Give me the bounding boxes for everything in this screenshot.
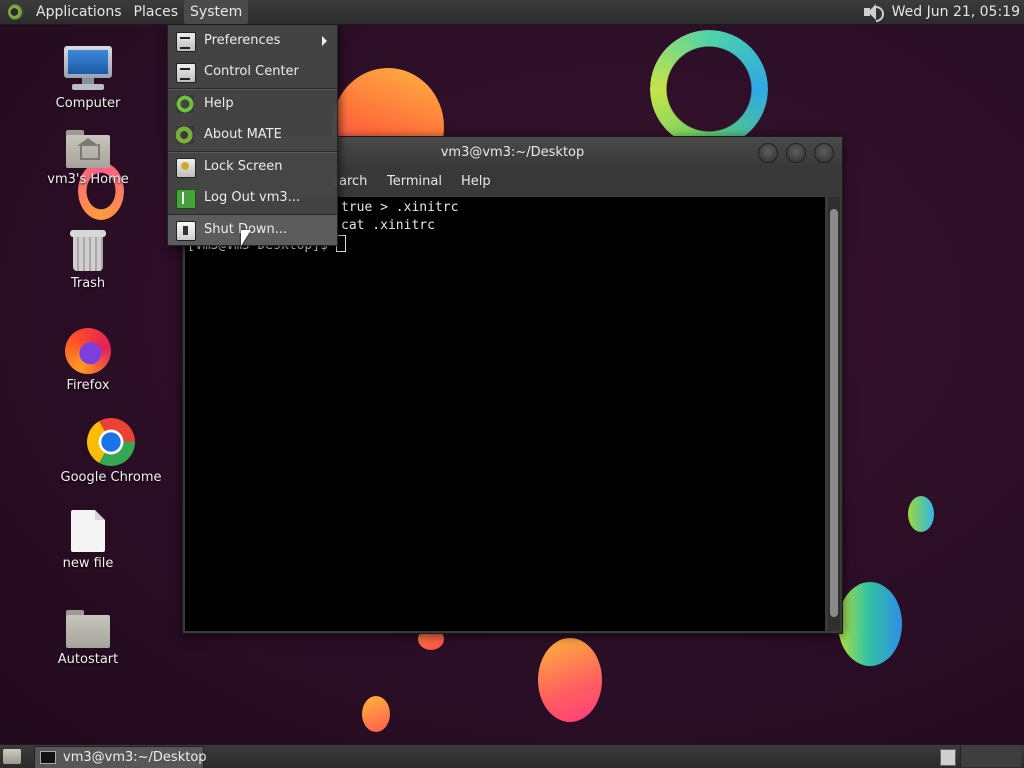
desktop-icon-computer[interactable]: Computer (28, 46, 148, 111)
mouse-pointer-icon (241, 230, 251, 246)
window-title: vm3@vm3:~/Desktop (440, 145, 585, 160)
taskbar-button-label: vm3@vm3:~/Desktop (63, 750, 207, 765)
desktop-icon-new-file[interactable]: new file (28, 510, 148, 571)
lock-screen-icon (176, 158, 196, 178)
desktop-icon-label: new file (62, 556, 114, 571)
scrollbar[interactable] (828, 197, 840, 631)
menu-item-shut-down[interactable]: Shut Down... (168, 215, 337, 245)
desktop-icon-label: Trash (70, 276, 106, 291)
menu-item-label: Log Out vm3... (204, 190, 301, 205)
menu-help[interactable]: Help (461, 174, 491, 189)
menu-item-help[interactable]: Help (168, 89, 337, 119)
mate-logo-icon (8, 4, 24, 20)
desktop-icon-label: Computer (55, 96, 121, 111)
terminal-output[interactable]: true > .xinitrc cat .xinitrc [vm3@vm3 De… (185, 197, 825, 631)
scrollbar-thumb[interactable] (830, 209, 838, 617)
desktop-icon-label: Autostart (57, 652, 119, 667)
terminal-line: true > .xinitrc (341, 200, 459, 215)
close-button[interactable] (814, 143, 834, 163)
minimize-button[interactable] (758, 143, 778, 163)
desktop-icon-label: Google Chrome (60, 470, 162, 485)
help-icon (176, 95, 194, 113)
preferences-icon (176, 32, 196, 52)
wallpaper-ring (650, 30, 768, 148)
workspace-switcher-1[interactable] (940, 749, 956, 766)
volume-icon[interactable] (862, 3, 884, 22)
desktop-icon-label: Firefox (66, 378, 110, 393)
menu-applications[interactable]: Applications (30, 0, 128, 24)
maximize-button[interactable] (786, 143, 806, 163)
desktop-icon-home[interactable]: vm3's Home (28, 130, 148, 187)
logout-icon (176, 189, 196, 209)
menu-item-label: About MATE (204, 127, 282, 142)
menu-item-label: Preferences (204, 33, 281, 48)
menu-item-log-out[interactable]: Log Out vm3... (168, 183, 337, 213)
menu-item-about-mate[interactable]: About MATE (168, 120, 337, 150)
mate-logo-icon (176, 126, 194, 144)
menu-places[interactable]: Places (128, 0, 185, 24)
clock[interactable]: Wed Jun 21, 05:19 (892, 4, 1020, 20)
menu-item-label: Lock Screen (204, 159, 283, 174)
desktop-icon-trash[interactable]: Trash (28, 228, 148, 291)
workspace-switcher-2[interactable] (960, 746, 1021, 767)
computer-icon (64, 46, 112, 92)
taskbar-button-terminal[interactable]: vm3@vm3:~/Desktop (34, 746, 207, 768)
menu-item-label: Help (204, 96, 234, 111)
chrome-icon (87, 418, 135, 466)
bottom-panel: vm3@vm3:~/Desktop (0, 744, 1024, 768)
terminal-line: cat .xinitrc (341, 218, 435, 233)
menu-item-label: Control Center (204, 64, 299, 79)
folder-icon (66, 610, 110, 648)
wallpaper-bubble (908, 496, 934, 532)
trash-icon (70, 228, 106, 272)
submenu-arrow-icon (322, 36, 327, 46)
desktop-icon-chrome[interactable]: Google Chrome (51, 418, 171, 485)
menu-system[interactable]: System (184, 0, 249, 24)
top-panel: Applications Places System Wed Jun 21, 0… (0, 0, 1024, 25)
home-folder-icon (66, 130, 110, 168)
menu-item-preferences[interactable]: Preferences (168, 26, 337, 56)
menu-item-control-center[interactable]: Control Center (168, 57, 337, 87)
control-center-icon (176, 63, 196, 83)
desktop-icon-label: vm3's Home (47, 172, 129, 187)
desktop-icon-firefox[interactable]: Firefox (28, 328, 148, 393)
file-icon (71, 510, 105, 552)
desktop-icon-autostart[interactable]: Autostart (28, 610, 148, 667)
menu-terminal[interactable]: Terminal (387, 174, 442, 189)
shutdown-icon (176, 221, 196, 241)
firefox-icon (65, 328, 111, 374)
wallpaper-bubble (838, 582, 902, 666)
show-desktop-icon[interactable] (3, 749, 21, 764)
menu-item-lock-screen[interactable]: Lock Screen (168, 152, 337, 182)
terminal-icon (40, 751, 56, 764)
system-menu: Preferences Control Center Help About MA… (167, 24, 338, 246)
wallpaper-bubble (538, 638, 602, 722)
wallpaper-bubble (362, 696, 390, 732)
